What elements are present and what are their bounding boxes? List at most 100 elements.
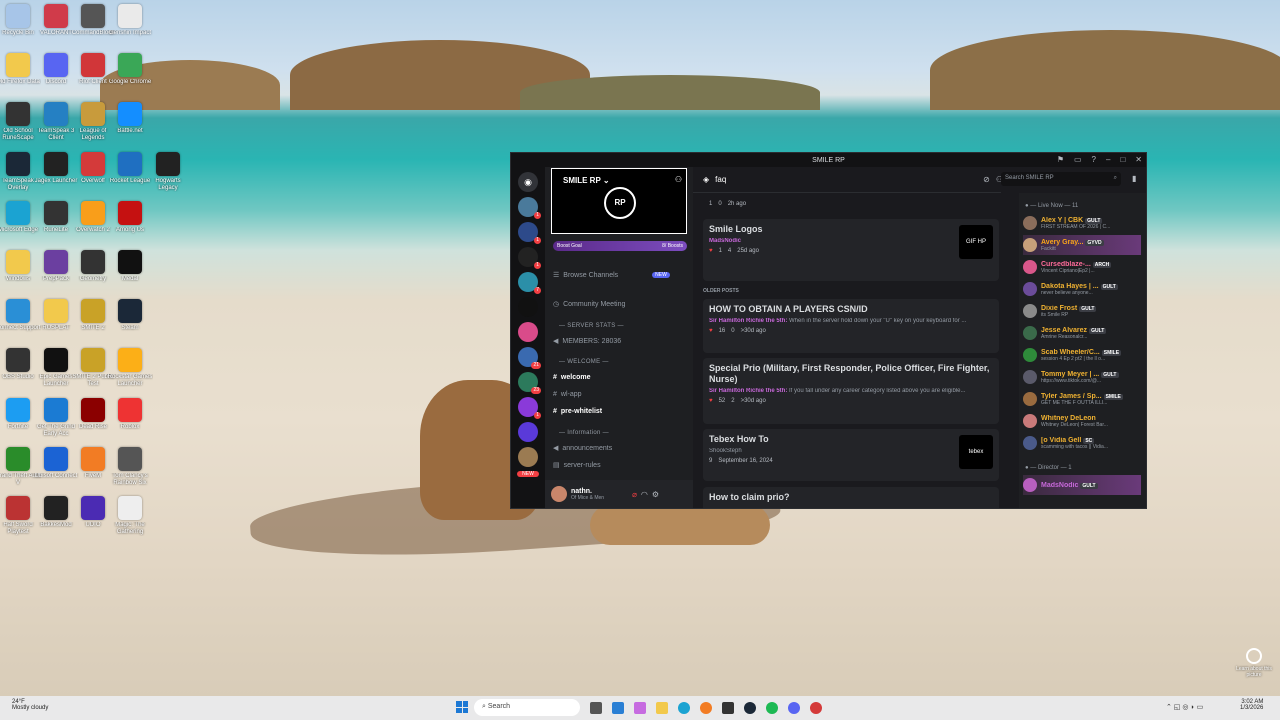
task-view-icon[interactable]	[590, 702, 602, 714]
member-item[interactable]: Whitney DeLeon Whitney DeLeon| Forest Bar…	[1023, 411, 1141, 431]
server-icon[interactable]: 1	[518, 397, 541, 419]
desktop-icon[interactable]: Steam	[107, 299, 153, 339]
server-icon[interactable]: 1	[518, 222, 541, 244]
title-bar: SMILE RP ⚑ ▭ ? – □ ✕	[511, 153, 1146, 167]
forum-post[interactable]: Tebex How To ShookSteph 9 September 16, 2…	[703, 429, 999, 481]
new-badge[interactable]: NEW	[517, 471, 539, 477]
channel-pre-whitelist[interactable]: # pre-whitelist	[553, 408, 602, 415]
server-icon[interactable]: 1	[518, 197, 541, 219]
member-item[interactable]: Cursedblaze-... ARCH Vincent Cipriano|Ep2 …	[1023, 257, 1141, 277]
minimize-button[interactable]: –	[1106, 155, 1110, 164]
desktop-icon[interactable]: Genshin Impact	[107, 4, 153, 44]
information-header: — Information —	[559, 430, 609, 436]
member-item[interactable]: Avery Gray... GYVD Fackitt	[1023, 235, 1141, 255]
forum-post[interactable]: How to claim prio?	[703, 487, 999, 508]
server-icon[interactable]	[518, 422, 538, 442]
member-item[interactable]: Dixie Frost GULT its Smile RP	[1023, 301, 1141, 321]
channel-wl-app[interactable]: # wl-app	[553, 391, 582, 398]
user-name[interactable]: nathn.	[571, 488, 604, 495]
close-button[interactable]: ✕	[1135, 155, 1142, 164]
server-name[interactable]: SMILE RP ⌄	[563, 176, 610, 185]
server-banner[interactable]: SMILE RP ⌄ ⚇ RP	[551, 168, 687, 234]
member-item[interactable]: MadsNodic GULT	[1023, 475, 1141, 495]
invite-icon[interactable]: ⚇	[675, 175, 682, 184]
members-stat-channel[interactable]: ◀ MEMBERS: 28036	[553, 337, 621, 346]
steam-icon[interactable]	[744, 702, 756, 714]
first-post-meta: 1 0 2h ago	[709, 201, 747, 207]
server-icon[interactable]	[518, 297, 538, 317]
member-tag: GULT	[1079, 305, 1097, 312]
firefox-icon[interactable]	[700, 702, 712, 714]
server-icon[interactable]	[518, 447, 538, 467]
mute-icon[interactable]: ⊘	[983, 175, 990, 184]
app-icon	[81, 201, 105, 225]
spotify-icon[interactable]	[766, 702, 778, 714]
member-name: Tyler James / Sp... SMILE	[1041, 392, 1123, 400]
forum-post[interactable]: Special Prio (Military, First Responder,…	[703, 358, 999, 424]
desktop-icon[interactable]: Magic: The Gathering	[107, 496, 153, 536]
desktop-icon[interactable]: Hogwarts Legacy	[145, 152, 191, 192]
app-icon	[44, 496, 68, 520]
server-icon[interactable]: 1	[518, 247, 541, 269]
server-icon[interactable]: 7	[518, 272, 541, 294]
community-meeting[interactable]: ◷ Community Meeting	[553, 300, 625, 309]
desktop-icon[interactable]: Google Chrome	[107, 53, 153, 93]
member-item[interactable]: Tyler James / Sp... SMILE GET ME THE F OUT…	[1023, 389, 1141, 409]
desktop-icon-label: Hogwarts Legacy	[155, 178, 181, 191]
search-input[interactable]: Search SMILE RP ⌕	[1001, 172, 1121, 186]
desktop-icon[interactable]: Roblox	[107, 398, 153, 438]
server-icon[interactable]: 21	[518, 347, 541, 369]
learn-about-picture[interactable]: Learn about this picture	[1234, 648, 1274, 678]
desktop-icon[interactable]: Medal	[107, 250, 153, 290]
discord-taskbar-icon[interactable]	[788, 702, 800, 714]
help-icon[interactable]: ?	[1092, 155, 1096, 164]
desktop-icon[interactable]: Tom Clancy's Rainbow Six	[107, 447, 153, 487]
member-item[interactable]: Dakota Hayes | ... GULT never believe anyo…	[1023, 279, 1141, 299]
start-button[interactable]	[456, 701, 468, 713]
member-item[interactable]: Scab Wheeler/C... SMILE session 4 Ep 2 pt2…	[1023, 345, 1141, 365]
desktop-icon[interactable]: Among Us	[107, 201, 153, 241]
server-icon[interactable]	[518, 322, 538, 342]
boost-goal-bar[interactable]: Boost Goal 8/ Boosts	[553, 241, 687, 251]
widgets-icon[interactable]	[612, 702, 624, 714]
forum-post[interactable]: Smile Logos MadsNodic ♥ 1 4 25d ago GIF HP	[703, 219, 999, 281]
app-icon[interactable]	[810, 702, 822, 714]
mic-muted-icon[interactable]: ⌀	[632, 490, 637, 499]
headset-icon[interactable]: ◠	[641, 490, 648, 499]
clock[interactable]: 3:02 AM 1/3/2026	[1240, 699, 1263, 711]
app-icon	[6, 53, 30, 77]
bookmark-icon[interactable]: ▮	[1132, 174, 1136, 183]
settings-icon[interactable]: ⚙	[652, 490, 659, 499]
member-item[interactable]: [o Vidia Gell SC scamming with tacos || Vi…	[1023, 433, 1141, 453]
edge-icon[interactable]	[678, 702, 690, 714]
weather-widget[interactable]: 24°F Mostly cloudy	[12, 699, 48, 711]
channel-welcome[interactable]: # welcome	[553, 374, 590, 381]
channel-announcements[interactable]: ◀ announcements	[553, 444, 612, 453]
megaphone-icon: ◀	[553, 445, 559, 452]
maximize-button[interactable]: □	[1120, 155, 1125, 164]
channel-server-rules[interactable]: ▤ server-rules	[553, 461, 601, 470]
file-explorer-icon[interactable]	[656, 702, 668, 714]
copilot-icon[interactable]	[634, 702, 646, 714]
screen-icon[interactable]: ▭	[1074, 155, 1082, 164]
member-item[interactable]: Jesse Alvarez GULT Amrine Reasonalcr...	[1023, 323, 1141, 343]
desktop-icon[interactable]: Rockstar Games Launcher	[107, 348, 153, 388]
member-item[interactable]: Tommy Meyer | ... GULT https://www.tiktok.…	[1023, 367, 1141, 387]
director-header: ● — Director — 1	[1025, 465, 1072, 471]
desktop-icon-label: Google Chrome	[108, 79, 152, 85]
member-status: Fackitt	[1041, 245, 1056, 252]
member-status: Vincent Cipriano|Ep2 |...	[1041, 267, 1095, 274]
user-avatar[interactable]	[551, 486, 567, 502]
discord-home-icon[interactable]: ◉	[518, 172, 538, 192]
desktop-icon[interactable]: Battle.net	[107, 102, 153, 142]
app-icon[interactable]	[722, 702, 734, 714]
server-icon[interactable]: 23	[518, 372, 541, 394]
inbox-icon[interactable]: ⚑	[1057, 155, 1064, 164]
forum-post[interactable]: HOW TO OBTAIN A PLAYERS CSN/ID Sir Hamil…	[703, 299, 999, 353]
browse-channels[interactable]: ☰ Browse Channels NEW	[553, 271, 670, 279]
taskbar-search[interactable]: ⌕ Search	[474, 699, 580, 716]
member-avatar	[1023, 216, 1037, 230]
member-item[interactable]: Alex Y | CBK GULT FIRST STREAM OF 2026 | C…	[1023, 213, 1141, 233]
system-tray[interactable]: ⌃ ◱ ◎ ◗ ▭	[1166, 703, 1203, 711]
server-logo: RP	[604, 187, 636, 219]
